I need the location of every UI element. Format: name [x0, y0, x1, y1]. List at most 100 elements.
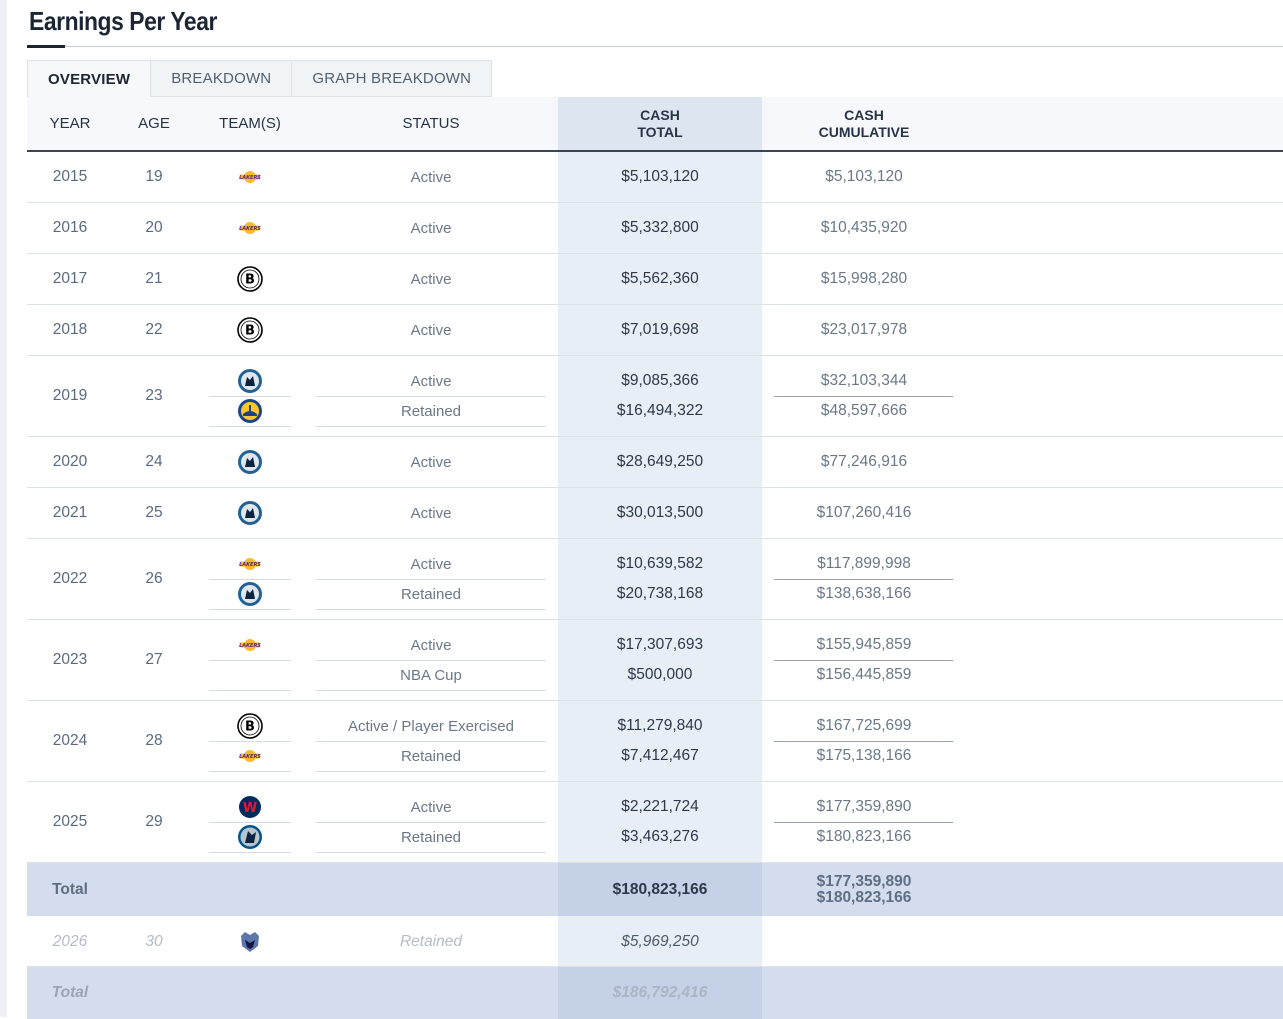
row-status: Retained	[400, 585, 462, 603]
svg-text:LAKERS: LAKERS	[239, 562, 261, 568]
table-header: YEAR AGE TEAM(S) STATUS CASH TOTAL CASH …	[27, 97, 1283, 152]
row-team[interactable]	[209, 488, 291, 538]
row-status: Active	[410, 798, 452, 816]
row-age: 27	[145, 651, 163, 668]
lakers-team-logo-icon[interactable]: LAKERS	[236, 742, 264, 770]
header-age[interactable]: AGE	[113, 97, 195, 150]
table-row-2015: 2015 19 LAKERS Active $5,103,120 $5,103,120	[27, 152, 1283, 203]
total-cumulative-2: $180,823,166	[816, 888, 912, 906]
row-cash-cumulative: $5,103,120	[825, 168, 903, 185]
row-year: 2020	[52, 453, 88, 470]
row-team[interactable]	[209, 660, 291, 690]
lakers-team-logo-icon[interactable]: LAKERS	[236, 163, 264, 191]
row-age: 21	[145, 270, 163, 287]
row-team[interactable]: W	[209, 792, 291, 822]
row-year: 2015	[52, 168, 88, 185]
row-status: Active	[410, 219, 452, 237]
row-team[interactable]: LAKERS	[209, 203, 291, 253]
warriors-team-logo-icon[interactable]	[236, 397, 264, 425]
total-cumulative-1: $177,359,890	[816, 872, 912, 890]
row-year: 2016	[52, 219, 88, 236]
row-age: 24	[145, 453, 163, 470]
svg-text:LAKERS: LAKERS	[239, 175, 261, 181]
header-teams[interactable]: TEAM(S)	[209, 97, 291, 150]
total-cash: $180,823,166	[558, 863, 762, 916]
row-team[interactable]	[209, 437, 291, 487]
svg-text:LAKERS: LAKERS	[239, 226, 261, 232]
row-cash-total: $500,000	[627, 666, 693, 683]
row-status: Active / Player Exercised	[348, 717, 514, 735]
row-cash-total: $5,103,120	[621, 168, 699, 185]
left-rule	[0, 0, 7, 1017]
row-cash-cumulative: $155,945,859	[816, 636, 912, 653]
row-cash-total: $11,279,840	[617, 717, 703, 734]
table-row-2019: 2019 23 Active $9,085,366 $32,103,344 Retaine…	[27, 356, 1283, 437]
lakers-team-logo-icon[interactable]: LAKERS	[236, 550, 264, 578]
table-row-2016: 2016 20 LAKERS Active $5,332,800 $10,435,920	[27, 203, 1283, 254]
row-cash-total: $7,019,698	[621, 321, 699, 338]
header-cash-total[interactable]: CASH TOTAL	[558, 97, 762, 150]
row-team[interactable]: B	[209, 711, 291, 741]
row-team[interactable]	[209, 396, 291, 426]
table-row-future-total: Total $186,792,416	[27, 967, 1283, 1019]
team-divider	[209, 426, 291, 427]
row-cash-total: $5,332,800	[621, 219, 699, 236]
table-row-2018: 2018 22 B Active $7,019,698 $23,017,978	[27, 305, 1283, 356]
row-cash-cumulative: $175,138,166	[816, 747, 912, 764]
lakers-team-logo-icon[interactable]: LAKERS	[236, 631, 264, 659]
header-year[interactable]: YEAR	[27, 97, 113, 150]
future-total-cash: $186,792,416	[558, 967, 762, 1019]
row-team[interactable]: LAKERS	[209, 152, 291, 202]
row-year: 2023	[52, 651, 88, 668]
row-team[interactable]: LAKERS	[209, 630, 291, 660]
team-divider	[209, 609, 291, 610]
grizzlies-team-logo-icon[interactable]	[236, 928, 264, 956]
row-team[interactable]: LAKERS	[209, 549, 291, 579]
lakers-team-logo-icon[interactable]: LAKERS	[236, 214, 264, 242]
timberwolves-team-logo-icon[interactable]	[236, 499, 264, 527]
mavericks-team-logo-icon[interactable]	[236, 823, 264, 851]
svg-text:LAKERS: LAKERS	[239, 754, 261, 760]
svg-text:LAKERS: LAKERS	[239, 643, 261, 649]
row-cash-total: $17,307,693	[616, 636, 704, 653]
row-team[interactable]	[209, 579, 291, 609]
status-divider	[316, 690, 546, 691]
row-team[interactable]	[209, 822, 291, 852]
tab-overview[interactable]: OVERVIEW	[27, 60, 152, 97]
row-status: Active	[410, 270, 452, 288]
row-team[interactable]: B	[209, 254, 291, 304]
timberwolves-team-logo-icon[interactable]	[236, 448, 264, 476]
nets-team-logo-icon[interactable]: B	[236, 265, 264, 293]
tab-breakdown[interactable]: BREAKDOWN	[151, 60, 293, 97]
team-divider	[209, 690, 291, 691]
status-divider	[316, 609, 546, 610]
row-cash-total: $9,085,366	[621, 372, 699, 389]
row-age: 23	[145, 387, 163, 404]
row-age: 30	[145, 932, 163, 950]
svg-text:B: B	[245, 720, 255, 735]
table-row-2020: 2020 24 Active $28,649,250 $77,246,916	[27, 437, 1283, 488]
row-team[interactable]: B	[209, 305, 291, 355]
nets-team-logo-icon[interactable]: B	[236, 316, 264, 344]
row-team[interactable]: LAKERS	[209, 741, 291, 771]
row-status: NBA Cup	[400, 666, 462, 684]
tab-graph-breakdown[interactable]: GRAPH BREAKDOWN	[292, 60, 493, 97]
tab-bar: OVERVIEW BREAKDOWN GRAPH BREAKDOWN	[27, 60, 493, 97]
row-team[interactable]	[209, 366, 291, 396]
header-status[interactable]: STATUS	[316, 97, 546, 150]
row-cash-cumulative: $117,899,998	[817, 555, 911, 572]
total-label: Total	[52, 880, 88, 898]
row-year: 2021	[52, 504, 88, 521]
wizards-team-logo-icon[interactable]: W	[236, 793, 264, 821]
row-status: Retained	[400, 747, 462, 765]
timberwolves-team-logo-icon[interactable]	[236, 367, 264, 395]
row-cash-cumulative: $107,260,416	[816, 504, 912, 521]
header-cash-cumulative[interactable]: CASH CUMULATIVE	[762, 97, 966, 150]
row-team[interactable]	[209, 916, 291, 967]
timberwolves-team-logo-icon[interactable]	[236, 580, 264, 608]
row-cash-cumulative: $167,725,699	[816, 717, 912, 734]
row-year: 2026	[52, 932, 88, 950]
nets-team-logo-icon[interactable]: B	[236, 712, 264, 740]
row-cash-cumulative: $15,998,280	[820, 270, 908, 287]
row-status: Active	[410, 372, 452, 390]
